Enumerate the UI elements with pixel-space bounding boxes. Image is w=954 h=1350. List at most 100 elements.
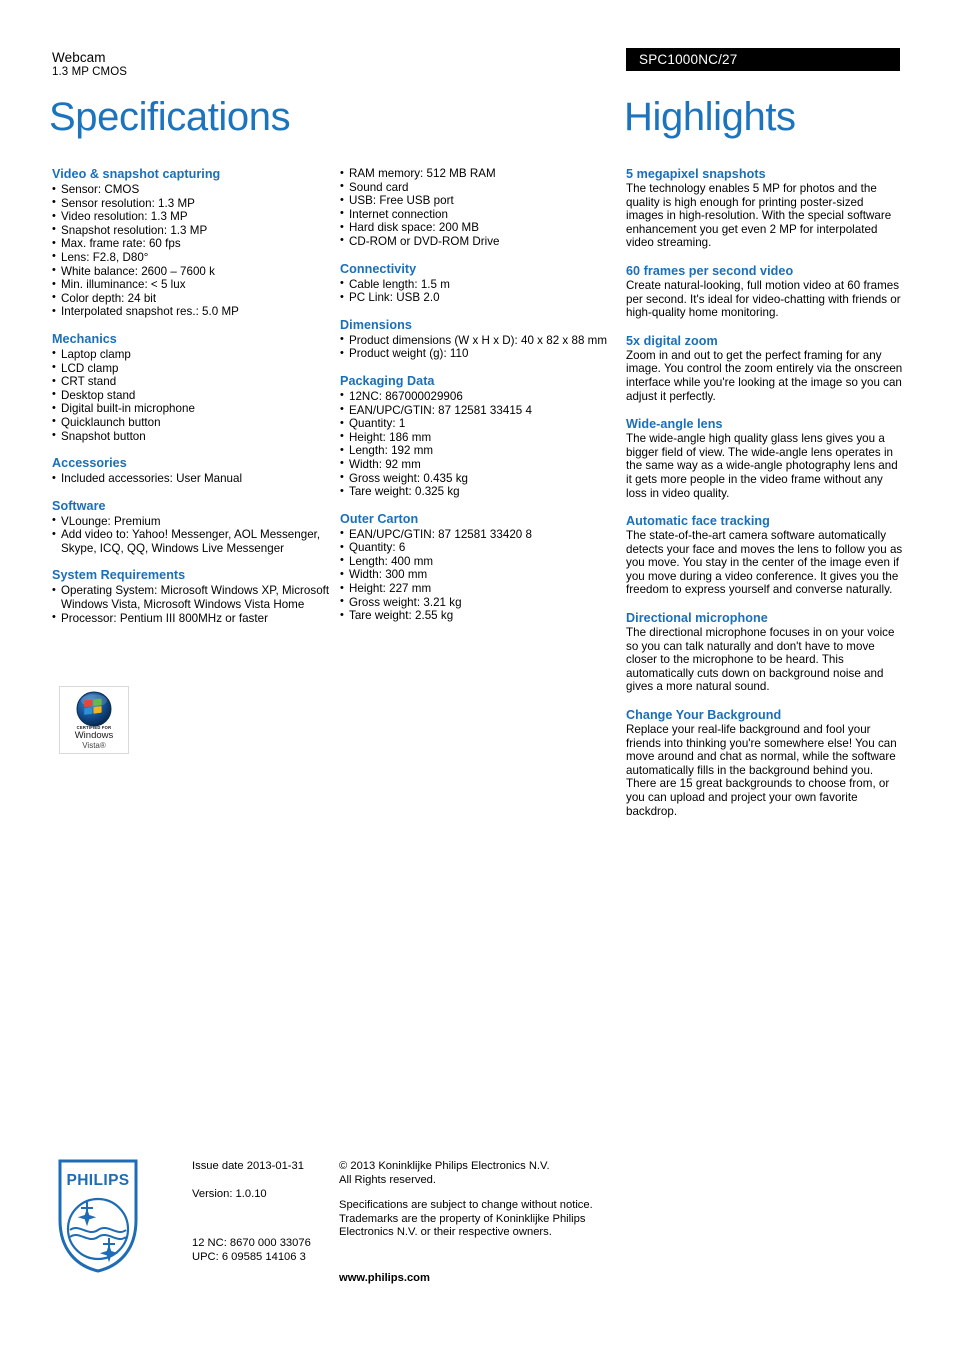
issue-date: Issue date 2013-01-31 — [192, 1160, 304, 1172]
spec-section-heading: Connectivity — [340, 261, 417, 276]
spec-item: Digital built-in microphone — [52, 402, 337, 416]
spec-item-list: EAN/UPC/GTIN: 87 12581 33420 8Quantity: … — [340, 527, 615, 623]
spec-item: Internet connection — [340, 207, 615, 222]
highlight-heading: 5x digital zoom — [626, 333, 718, 348]
spec-item: CRT stand — [52, 375, 337, 389]
spec-item: Snapshot button — [52, 429, 337, 444]
spec-item: Length: 192 mm — [340, 444, 615, 458]
spec-section: DimensionsProduct dimensions (W x H x D)… — [340, 318, 615, 361]
windows-flag-icon — [76, 691, 112, 727]
spec-section-heading: Video & snapshot capturing — [52, 167, 221, 181]
highlight-heading: 60 frames per second video — [626, 263, 794, 278]
spec-item: Video resolution: 1.3 MP — [52, 210, 337, 224]
badge-vista-label: Vista® — [82, 741, 106, 750]
spec-item: Operating System: Microsoft Windows XP, … — [52, 584, 337, 611]
spec-item: Processor: Pentium III 800MHz or faster — [52, 611, 337, 626]
spec-item: Desktop stand — [52, 388, 337, 403]
spec-item-list: 12NC: 867000029906EAN/UPC/GTIN: 87 12581… — [340, 389, 615, 499]
spec-item: 12NC: 867000029906 — [340, 389, 615, 404]
spec-item: Add video to: Yahoo! Messenger, AOL Mess… — [52, 528, 337, 555]
highlight-body: The technology enables 5 MP for photos a… — [626, 182, 892, 250]
highlight-heading: Automatic face tracking — [626, 514, 770, 529]
spec-section: SoftwareVLounge: PremiumAdd video to: Ya… — [52, 499, 337, 556]
product-subtitle: 1.3 MP CMOS — [52, 66, 128, 78]
page-title-specifications: Specifications — [49, 95, 291, 139]
copyright-line-1: © 2013 Koninklijke Philips Electronics N… — [339, 1160, 550, 1172]
spec-item-list: Included accessories: User Manual — [52, 472, 337, 486]
spec-item: Gross weight: 3.21 kg — [340, 595, 615, 610]
spec-section-heading: Outer Carton — [340, 511, 419, 526]
spec-item-list: VLounge: PremiumAdd video to: Yahoo! Mes… — [52, 514, 337, 556]
spec-item: Lens: F2.8, D80° — [52, 250, 337, 265]
spec-item: Width: 300 mm — [340, 568, 615, 582]
spec-section-heading: Packaging Data — [340, 373, 435, 388]
spec-item: Quicklaunch button — [52, 415, 337, 430]
spec-item: Snapshot resolution: 1.3 MP — [52, 223, 337, 238]
website-link[interactable]: www.philips.com — [339, 1272, 609, 1286]
spec-item-list: Sensor: CMOSSensor resolution: 1.3 MPVid… — [52, 183, 337, 319]
spec-item: EAN/UPC/GTIN: 87 12581 33420 8 — [340, 527, 615, 542]
spec-item-list: Cable length: 1.5 mPC Link: USB 2.0 — [340, 277, 615, 305]
specifications-column-1: Video & snapshot capturing Sensor: CMOSSe… — [52, 167, 337, 625]
spec-section: MechanicsLaptop clampLCD clampCRT standD… — [52, 332, 337, 443]
highlight-item: 5x digital zoom Zoom in and out to get th… — [626, 334, 904, 403]
spec-item: LCD clamp — [52, 361, 337, 376]
spec-section: Video & snapshot capturing Sensor: CMOSSe… — [52, 167, 337, 319]
spec-item: White balance: 2600 – 7600 k — [52, 264, 337, 279]
spec-section-heading: Mechanics — [52, 331, 117, 346]
spec-item: Min. illuminance: < 5 lux — [52, 278, 337, 292]
product-category: Webcam — [52, 50, 106, 65]
copyright-block: © 2013 Koninklijke Philips Electronics N… — [339, 1160, 609, 1187]
spec-item: Sensor resolution: 1.3 MP — [52, 196, 337, 211]
highlight-item: 5 megapixel snapshots The technology enab… — [626, 167, 904, 250]
spec-item: Included accessories: User Manual — [52, 472, 337, 486]
spec-item-list: Operating System: Microsoft Windows XP, … — [52, 584, 337, 625]
spec-item: Tare weight: 0.325 kg — [340, 485, 615, 499]
spec-item-list: Product dimensions (W x H x D): 40 x 82 … — [340, 333, 615, 361]
spec-item: Cable length: 1.5 m — [340, 277, 615, 292]
highlight-item: Automatic face tracking The state-of-the-… — [626, 514, 904, 597]
badge-windows-label: Windows — [74, 730, 114, 741]
highlight-item: Directional microphone The directional mi… — [626, 611, 904, 694]
spec-section: Packaging Data12NC: 867000029906EAN/UPC/… — [340, 374, 615, 499]
spec-item: Gross weight: 0.435 kg — [340, 471, 615, 486]
spec-item: Product dimensions (W x H x D): 40 x 82 … — [340, 333, 615, 348]
spec-item: Quantity: 1 — [340, 417, 615, 431]
spec-item: Length: 400 mm — [340, 554, 615, 569]
philips-logo: PHILIPS — [58, 1159, 138, 1273]
specifications-column-2: RAM memory: 512 MB RAMSound cardUSB: Fre… — [340, 167, 615, 623]
spec-section-heading: System Requirements — [52, 568, 186, 583]
spec-item: Height: 227 mm — [340, 582, 615, 596]
spec-sheet-page: Webcam 1.3 MP CMOS SPC1000NC/27 Specific… — [0, 0, 954, 1350]
spec-item: Sensor: CMOS — [52, 183, 337, 197]
spec-item: Laptop clamp — [52, 347, 337, 362]
spec-item: Sound card — [340, 180, 615, 195]
highlight-body: Create natural-looking, full motion vide… — [626, 278, 901, 320]
nc-code: 12 NC: 8670 000 33076 — [192, 1237, 311, 1249]
spec-item: Max. frame rate: 60 fps — [52, 237, 337, 251]
spec-item: CD-ROM or DVD-ROM Drive — [340, 234, 615, 249]
highlight-body: Zoom in and out to get the perfect frami… — [626, 348, 903, 403]
product-code-bar: SPC1000NC/27 — [626, 48, 900, 71]
spec-section-heading: Dimensions — [340, 317, 412, 332]
spec-item: EAN/UPC/GTIN: 87 12581 33415 4 — [340, 403, 615, 418]
spec-item: PC Link: USB 2.0 — [340, 291, 615, 305]
spec-section: Outer CartonEAN/UPC/GTIN: 87 12581 33420… — [340, 512, 615, 623]
philips-wordmark: PHILIPS — [66, 1172, 129, 1189]
spec-item: Product weight (g): 110 — [340, 347, 615, 361]
highlight-item: Wide-angle lens The wide-angle high quali… — [626, 417, 904, 500]
spec-item: Hard disk space: 200 MB — [340, 221, 615, 235]
spec-item: RAM memory: 512 MB RAM — [340, 167, 615, 181]
highlight-item: Change Your Background Replace your real-… — [626, 708, 904, 818]
spec-item: Color depth: 24 bit — [52, 291, 337, 306]
highlight-heading: Directional microphone — [626, 611, 768, 626]
spec-section: ConnectivityCable length: 1.5 mPC Link: … — [340, 262, 615, 305]
highlight-heading: 5 megapixel snapshots — [626, 167, 766, 181]
footer-legal-column: © 2013 Koninklijke Philips Electronics N… — [339, 1160, 609, 1285]
spec-item: Width: 92 mm — [340, 457, 615, 472]
page-title-highlights: Highlights — [624, 95, 796, 139]
copyright-line-2: All Rights reserved. — [339, 1173, 436, 1186]
footer-meta-column: Issue date 2013-01-31 Version: 1.0.10 12… — [192, 1160, 332, 1264]
spec-item: USB: Free USB port — [340, 194, 615, 208]
spec-section-heading: Accessories — [52, 456, 127, 471]
